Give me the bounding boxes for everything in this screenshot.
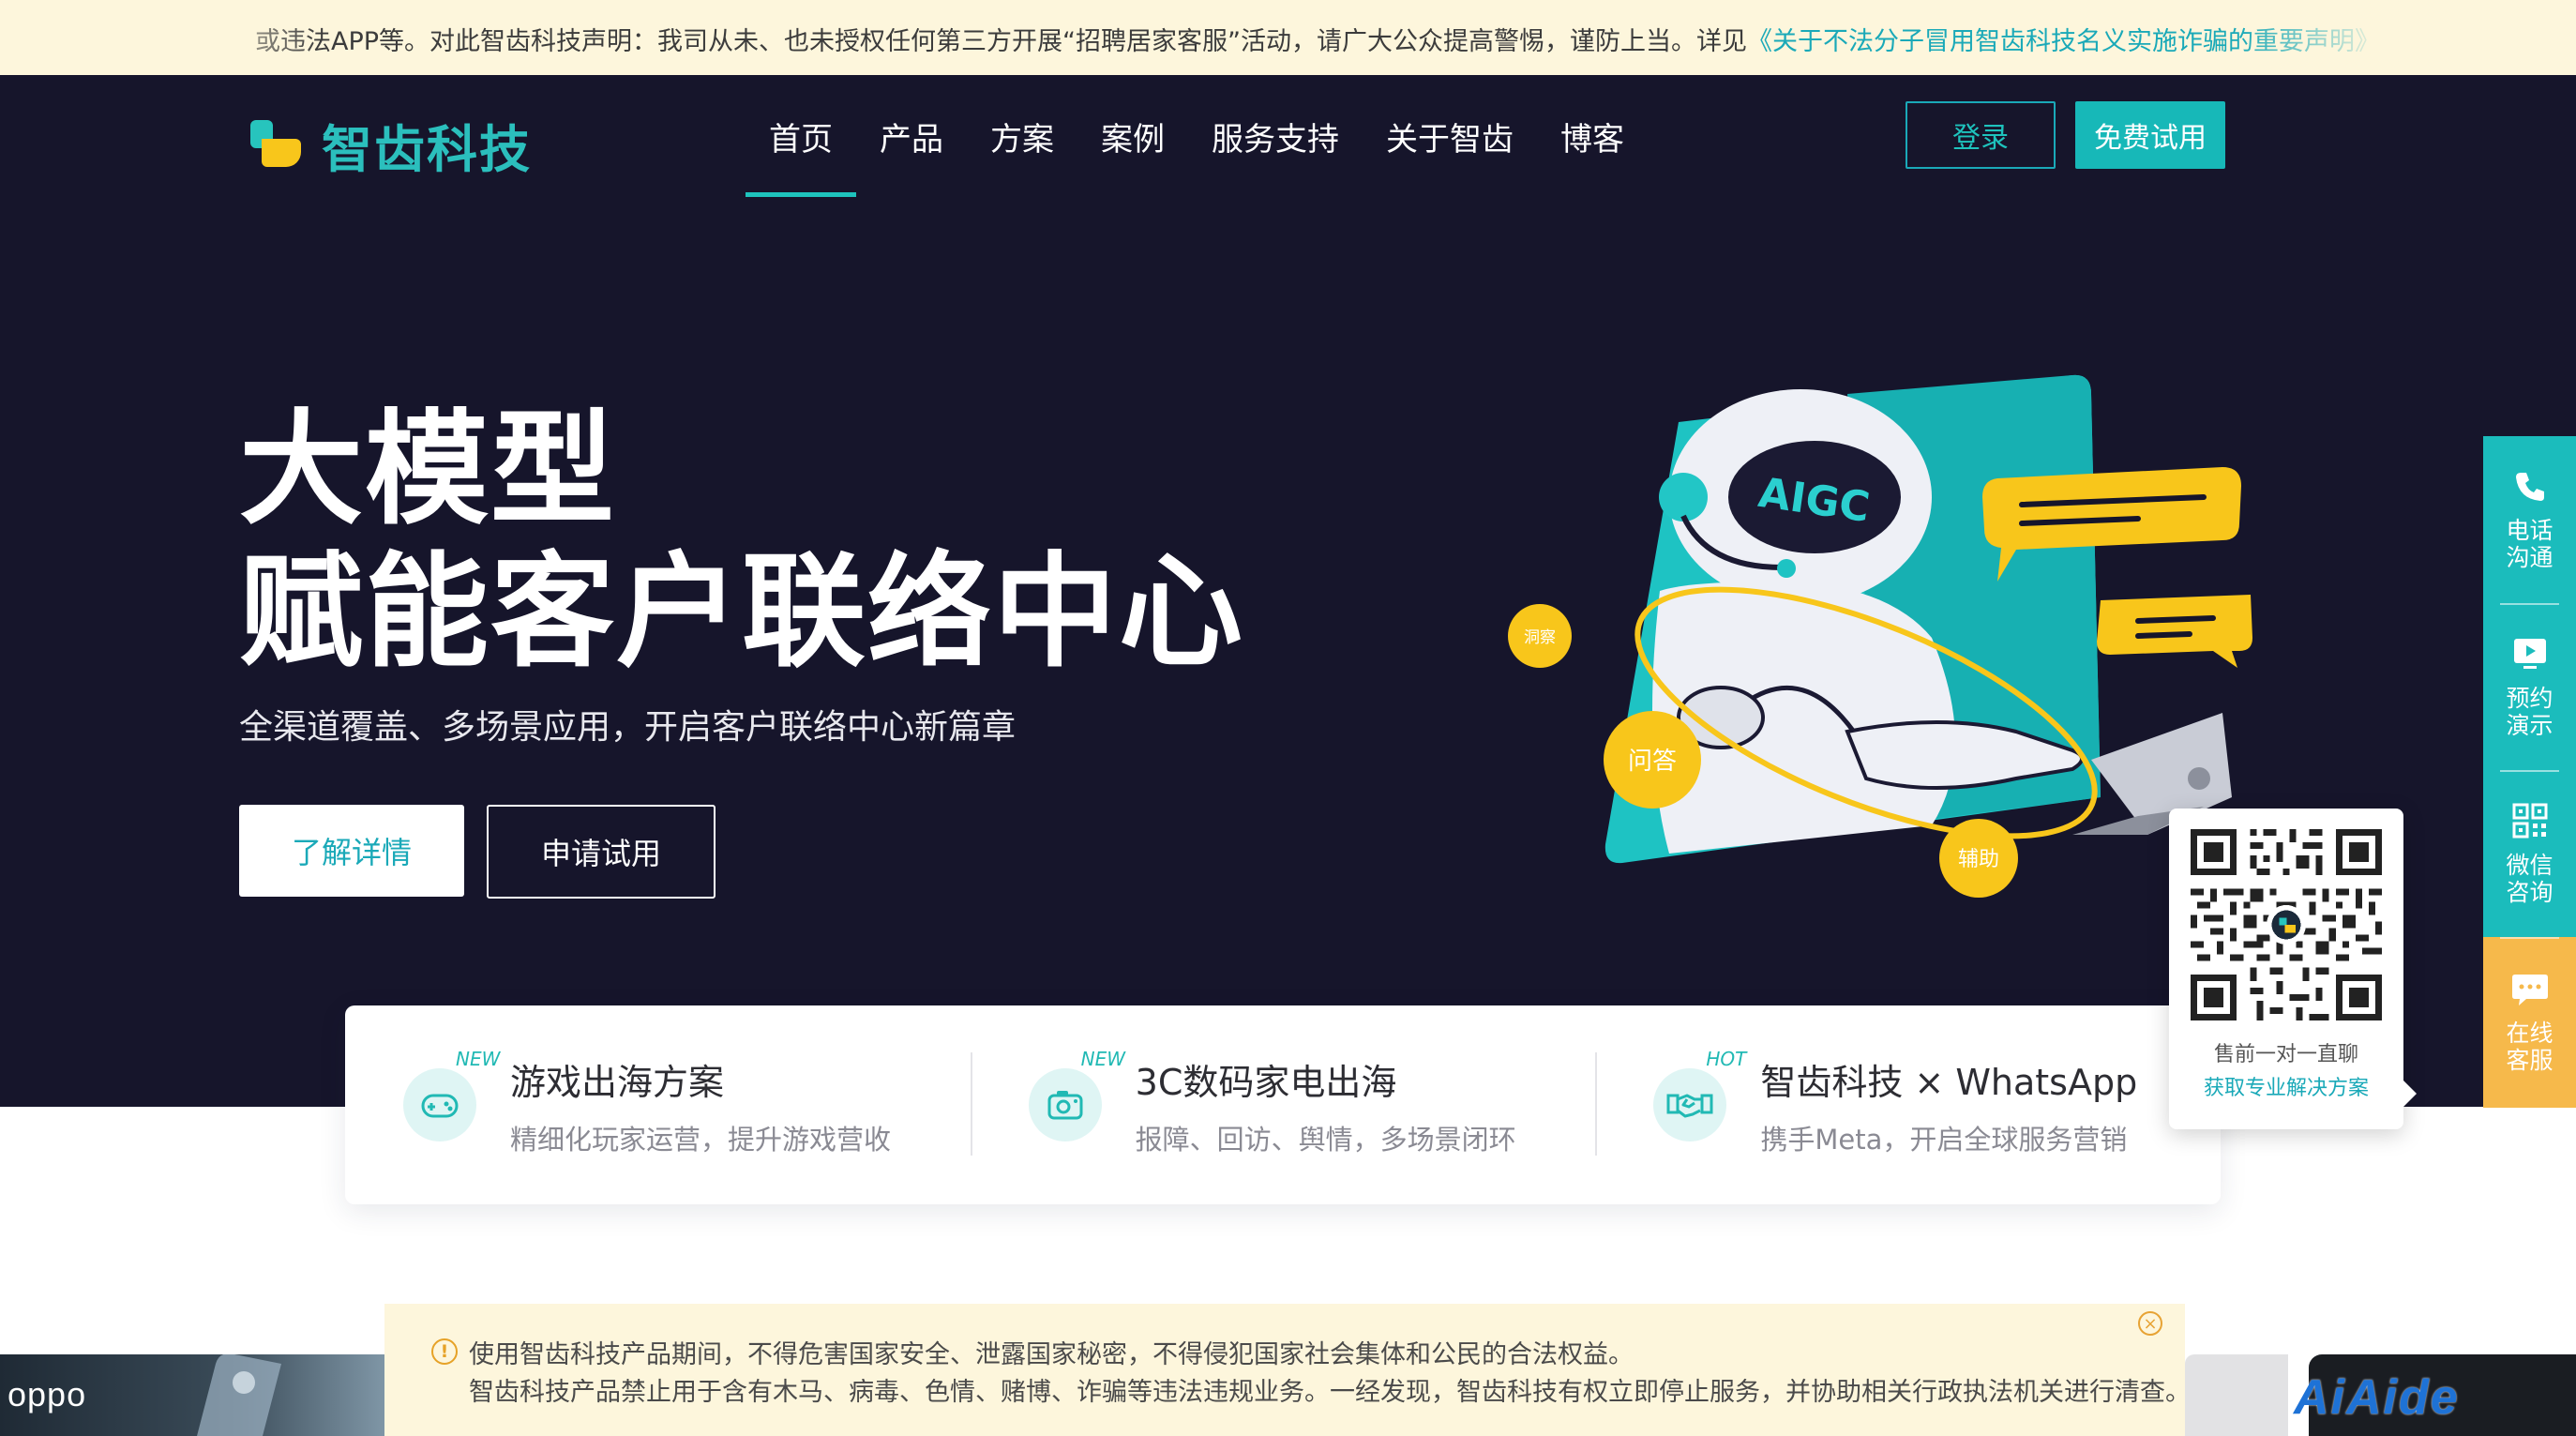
apply-trial-button[interactable]: 申请试用 [487,805,716,899]
side-demo-label: 预约演示 [2506,685,2553,739]
wechat-qr-popup: 售前一对一直聊 获取专业解决方案 [2169,809,2417,1129]
warning-line1: 使用智齿科技产品期间，不得危害国家安全、泄露国家秘密，不得侵犯国家社会集体和公民… [469,1340,1634,1369]
nav-item-home[interactable]: 首页 [746,0,856,197]
qrcode-icon [2512,803,2547,839]
feature-card-strip: NEW 游戏出海方案 精细化玩家运营，提升游戏营收 NEW 3C数码家电出海 报… [345,1005,2221,1204]
side-wechat-label: 微信咨询 [2506,852,2553,906]
main-nav: 首页 产品 方案 案例 服务支持 关于智齿 博客 [746,0,1648,197]
notice-fade-left [0,0,319,75]
camera-icon: NEW [1028,1048,1125,1141]
orbit-label-assist: 辅助 [1958,848,1999,871]
logo-text: 智齿科技 [322,120,532,179]
side-contact-bar: 电话沟通 预约演示 微信咨询 在线客服 [2483,436,2576,1108]
feature-badge: HOT [1706,1048,1747,1070]
feature-3c-overseas[interactable]: NEW 3C数码家电出海 报障、回访、舆情，多场景闭环 [970,1005,1596,1204]
hero-subtitle: 全渠道覆盖、多场景应用，开启客户联络中心新篇章 [239,708,1017,747]
nav-item-solutions[interactable]: 方案 [967,0,1077,197]
side-demo[interactable]: 预约演示 [2483,603,2576,770]
compliance-warning: ! 使用智齿科技产品期间，不得危害国家安全、泄露国家秘密，不得侵犯国家社会集体和… [384,1304,2191,1436]
side-online-service-label: 在线客服 [2506,1020,2553,1074]
handshake-icon: HOT [1653,1048,1746,1141]
chat-bubble-icon [2511,975,2548,1005]
hero-title-line2: 赋能客户联络中心 [239,540,1244,685]
monitor-play-icon [2513,639,2546,669]
nav-item-support[interactable]: 服务支持 [1188,0,1363,197]
free-trial-button[interactable]: 免费试用 [2075,101,2225,169]
info-icon: ! [431,1338,458,1365]
side-phone-label: 电话沟通 [2506,517,2553,571]
phone-image [197,1354,281,1436]
side-online-service[interactable]: 在线客服 [2483,937,2576,1108]
oppo-logo-text: oppo [8,1375,87,1413]
qr-caption-line2: 获取专业解决方案 [2203,1077,2369,1100]
nav-item-about[interactable]: 关于智齿 [1363,0,1537,197]
feature-title: 3C数码家电出海 [1135,1061,1397,1103]
logo[interactable]: 智齿科技 [249,108,532,182]
close-icon[interactable]: × [2138,1311,2162,1336]
feature-desc: 携手Meta，开启全球服务营销 [1760,1123,2128,1156]
feature-desc: 报障、回访、舆情，多场景闭环 [1135,1123,1516,1156]
customer-logo-placeholder [2185,1354,2288,1436]
hero-title: 大模型 赋能客户联络中心 [239,399,1244,684]
side-wechat[interactable]: 微信咨询 [2483,770,2576,937]
notice-fade-right [2238,0,2576,75]
qr-caption-line1: 售前一对一直聊 [2213,1043,2358,1066]
feature-title: 游戏出海方案 [510,1061,725,1103]
nav-item-products[interactable]: 产品 [856,0,967,197]
aiaide-watermark: AiAide [2294,1370,2460,1425]
warning-line2: 智齿科技产品禁止用于含有木马、病毒、色情、赌博、诈骗等违法违规业务。一经发现，智… [469,1378,2191,1407]
learn-more-button[interactable]: 了解详情 [239,805,464,897]
orbit-label-qa: 问答 [1628,748,1677,776]
login-button[interactable]: 登录 [1906,101,2056,169]
hero-title-line1: 大模型 [239,398,616,542]
logo-mark-icon [249,118,303,173]
gamepad-icon: NEW [403,1048,500,1141]
feature-title: 智齿科技 × WhatsApp [1760,1061,2138,1103]
customer-logo-oppo: oppo [0,1354,384,1436]
orbit-label-insight: 洞察 [1524,628,1556,647]
feature-desc: 精细化玩家运营，提升游戏营收 [510,1123,892,1156]
feature-badge: NEW [456,1048,501,1070]
nav-item-cases[interactable]: 案例 [1077,0,1188,197]
phone-icon [2515,473,2544,501]
feature-game-overseas[interactable]: NEW 游戏出海方案 精细化玩家运营，提升游戏营收 [345,1005,971,1204]
side-phone[interactable]: 电话沟通 [2483,436,2576,603]
wechat-qrcode-image [2191,829,2382,1020]
feature-badge: NEW [1080,1048,1126,1070]
nav-item-blog[interactable]: 博客 [1537,0,1648,197]
feature-whatsapp[interactable]: HOT 智齿科技 × WhatsApp 携手Meta，开启全球服务营销 [1595,1005,2221,1204]
